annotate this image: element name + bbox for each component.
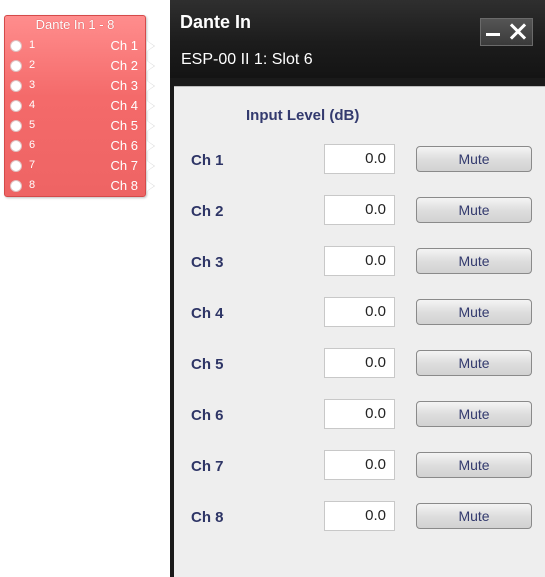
input-pin-icon[interactable]	[10, 120, 22, 132]
panel-subtitle: ESP-00 II 1: Slot 6	[181, 51, 313, 68]
channel-label: Ch 4	[191, 305, 224, 322]
minimize-icon[interactable]	[486, 33, 500, 36]
input-pin-number: 4	[29, 99, 36, 111]
window-controls	[480, 18, 533, 46]
channel-label: Ch 1	[191, 152, 224, 169]
output-pin-label: Ch 8	[110, 178, 138, 193]
channel-row: Ch 4 0.0 Mute	[174, 297, 545, 331]
input-pin-icon[interactable]	[10, 140, 22, 152]
mute-button[interactable]: Mute	[416, 197, 532, 223]
input-level-field[interactable]: 0.0	[324, 501, 395, 531]
channel-row: Ch 8 0.0 Mute	[174, 501, 545, 535]
panel-titlebar[interactable]: Dante In ESP-00 II 1: Slot 6	[170, 0, 545, 78]
output-pin-arrow-icon[interactable]	[146, 60, 155, 72]
channel-label: Ch 2	[191, 203, 224, 220]
channel-label: Ch 7	[191, 458, 224, 475]
channel-row: Ch 6 0.0 Mute	[174, 399, 545, 433]
input-level-field[interactable]: 0.0	[324, 450, 395, 480]
input-pin-number: 6	[29, 139, 36, 151]
mute-button[interactable]: Mute	[416, 452, 532, 478]
dante-in-panel: Dante In ESP-00 II 1: Slot 6 Input Level…	[170, 0, 545, 577]
block-pin-row: 8 Ch 8	[5, 178, 155, 198]
block-title: Dante In 1 - 8	[35, 17, 115, 32]
block-pin-row: 2 Ch 2	[5, 58, 155, 78]
output-pin-arrow-icon[interactable]	[146, 120, 155, 132]
block-pin-row: 4 Ch 4	[5, 98, 155, 118]
channel-row: Ch 5 0.0 Mute	[174, 348, 545, 382]
block-pin-row: 1 Ch 1	[5, 38, 155, 58]
input-level-header: Input Level (dB)	[246, 107, 360, 124]
block-pin-row: 7 Ch 7	[5, 158, 155, 178]
channel-row: Ch 7 0.0 Mute	[174, 450, 545, 484]
input-pin-icon[interactable]	[10, 100, 22, 112]
panel-content: Input Level (dB) Ch 1 0.0 Mute Ch 2 0.0 …	[174, 86, 545, 577]
output-pin-arrow-icon[interactable]	[146, 80, 155, 92]
output-pin-label: Ch 7	[110, 158, 138, 173]
output-pin-arrow-icon[interactable]	[146, 180, 155, 192]
input-pin-icon[interactable]	[10, 160, 22, 172]
input-level-field[interactable]: 0.0	[324, 246, 395, 276]
input-pin-number: 3	[29, 79, 36, 91]
dante-in-block[interactable]: Dante In 1 - 8 1 Ch 1 2 Ch 2 3 Ch 3 4 Ch…	[4, 15, 155, 198]
input-pin-number: 1	[29, 39, 36, 51]
channel-row: Ch 2 0.0 Mute	[174, 195, 545, 229]
block-pin-row: 5 Ch 5	[5, 118, 155, 138]
channel-row: Ch 1 0.0 Mute	[174, 144, 545, 178]
block-pin-row: 6 Ch 6	[5, 138, 155, 158]
close-icon[interactable]	[506, 20, 530, 44]
input-level-field[interactable]: 0.0	[324, 195, 395, 225]
mute-button[interactable]: Mute	[416, 401, 532, 427]
block-pin-row: 3 Ch 3	[5, 78, 155, 98]
output-pin-arrow-icon[interactable]	[146, 40, 155, 52]
channel-row: Ch 3 0.0 Mute	[174, 246, 545, 280]
mute-button[interactable]: Mute	[416, 146, 532, 172]
output-pin-arrow-icon[interactable]	[146, 160, 155, 172]
output-pin-label: Ch 3	[110, 78, 138, 93]
channel-label: Ch 3	[191, 254, 224, 271]
output-pin-label: Ch 5	[110, 118, 138, 133]
mute-button[interactable]: Mute	[416, 503, 532, 529]
mute-button[interactable]: Mute	[416, 350, 532, 376]
channel-label: Ch 6	[191, 407, 224, 424]
output-pin-label: Ch 4	[110, 98, 138, 113]
mute-button[interactable]: Mute	[416, 248, 532, 274]
input-pin-number: 8	[29, 179, 36, 191]
input-pin-icon[interactable]	[10, 60, 22, 72]
input-level-field[interactable]: 0.0	[324, 399, 395, 429]
output-pin-label: Ch 2	[110, 58, 138, 73]
output-pin-label: Ch 6	[110, 138, 138, 153]
input-level-field[interactable]: 0.0	[324, 348, 395, 378]
output-pin-label: Ch 1	[110, 38, 138, 53]
input-pin-icon[interactable]	[10, 80, 22, 92]
output-pin-arrow-icon[interactable]	[146, 100, 155, 112]
channel-label: Ch 5	[191, 356, 224, 373]
input-pin-icon[interactable]	[10, 180, 22, 192]
input-pin-number: 2	[29, 59, 36, 71]
input-level-field[interactable]: 0.0	[324, 297, 395, 327]
input-pin-number: 5	[29, 119, 36, 131]
input-level-field[interactable]: 0.0	[324, 144, 395, 174]
channel-label: Ch 8	[191, 509, 224, 526]
input-pin-number: 7	[29, 159, 36, 171]
panel-title: Dante In	[180, 12, 252, 32]
mute-button[interactable]: Mute	[416, 299, 532, 325]
input-pin-icon[interactable]	[10, 40, 22, 52]
output-pin-arrow-icon[interactable]	[146, 140, 155, 152]
